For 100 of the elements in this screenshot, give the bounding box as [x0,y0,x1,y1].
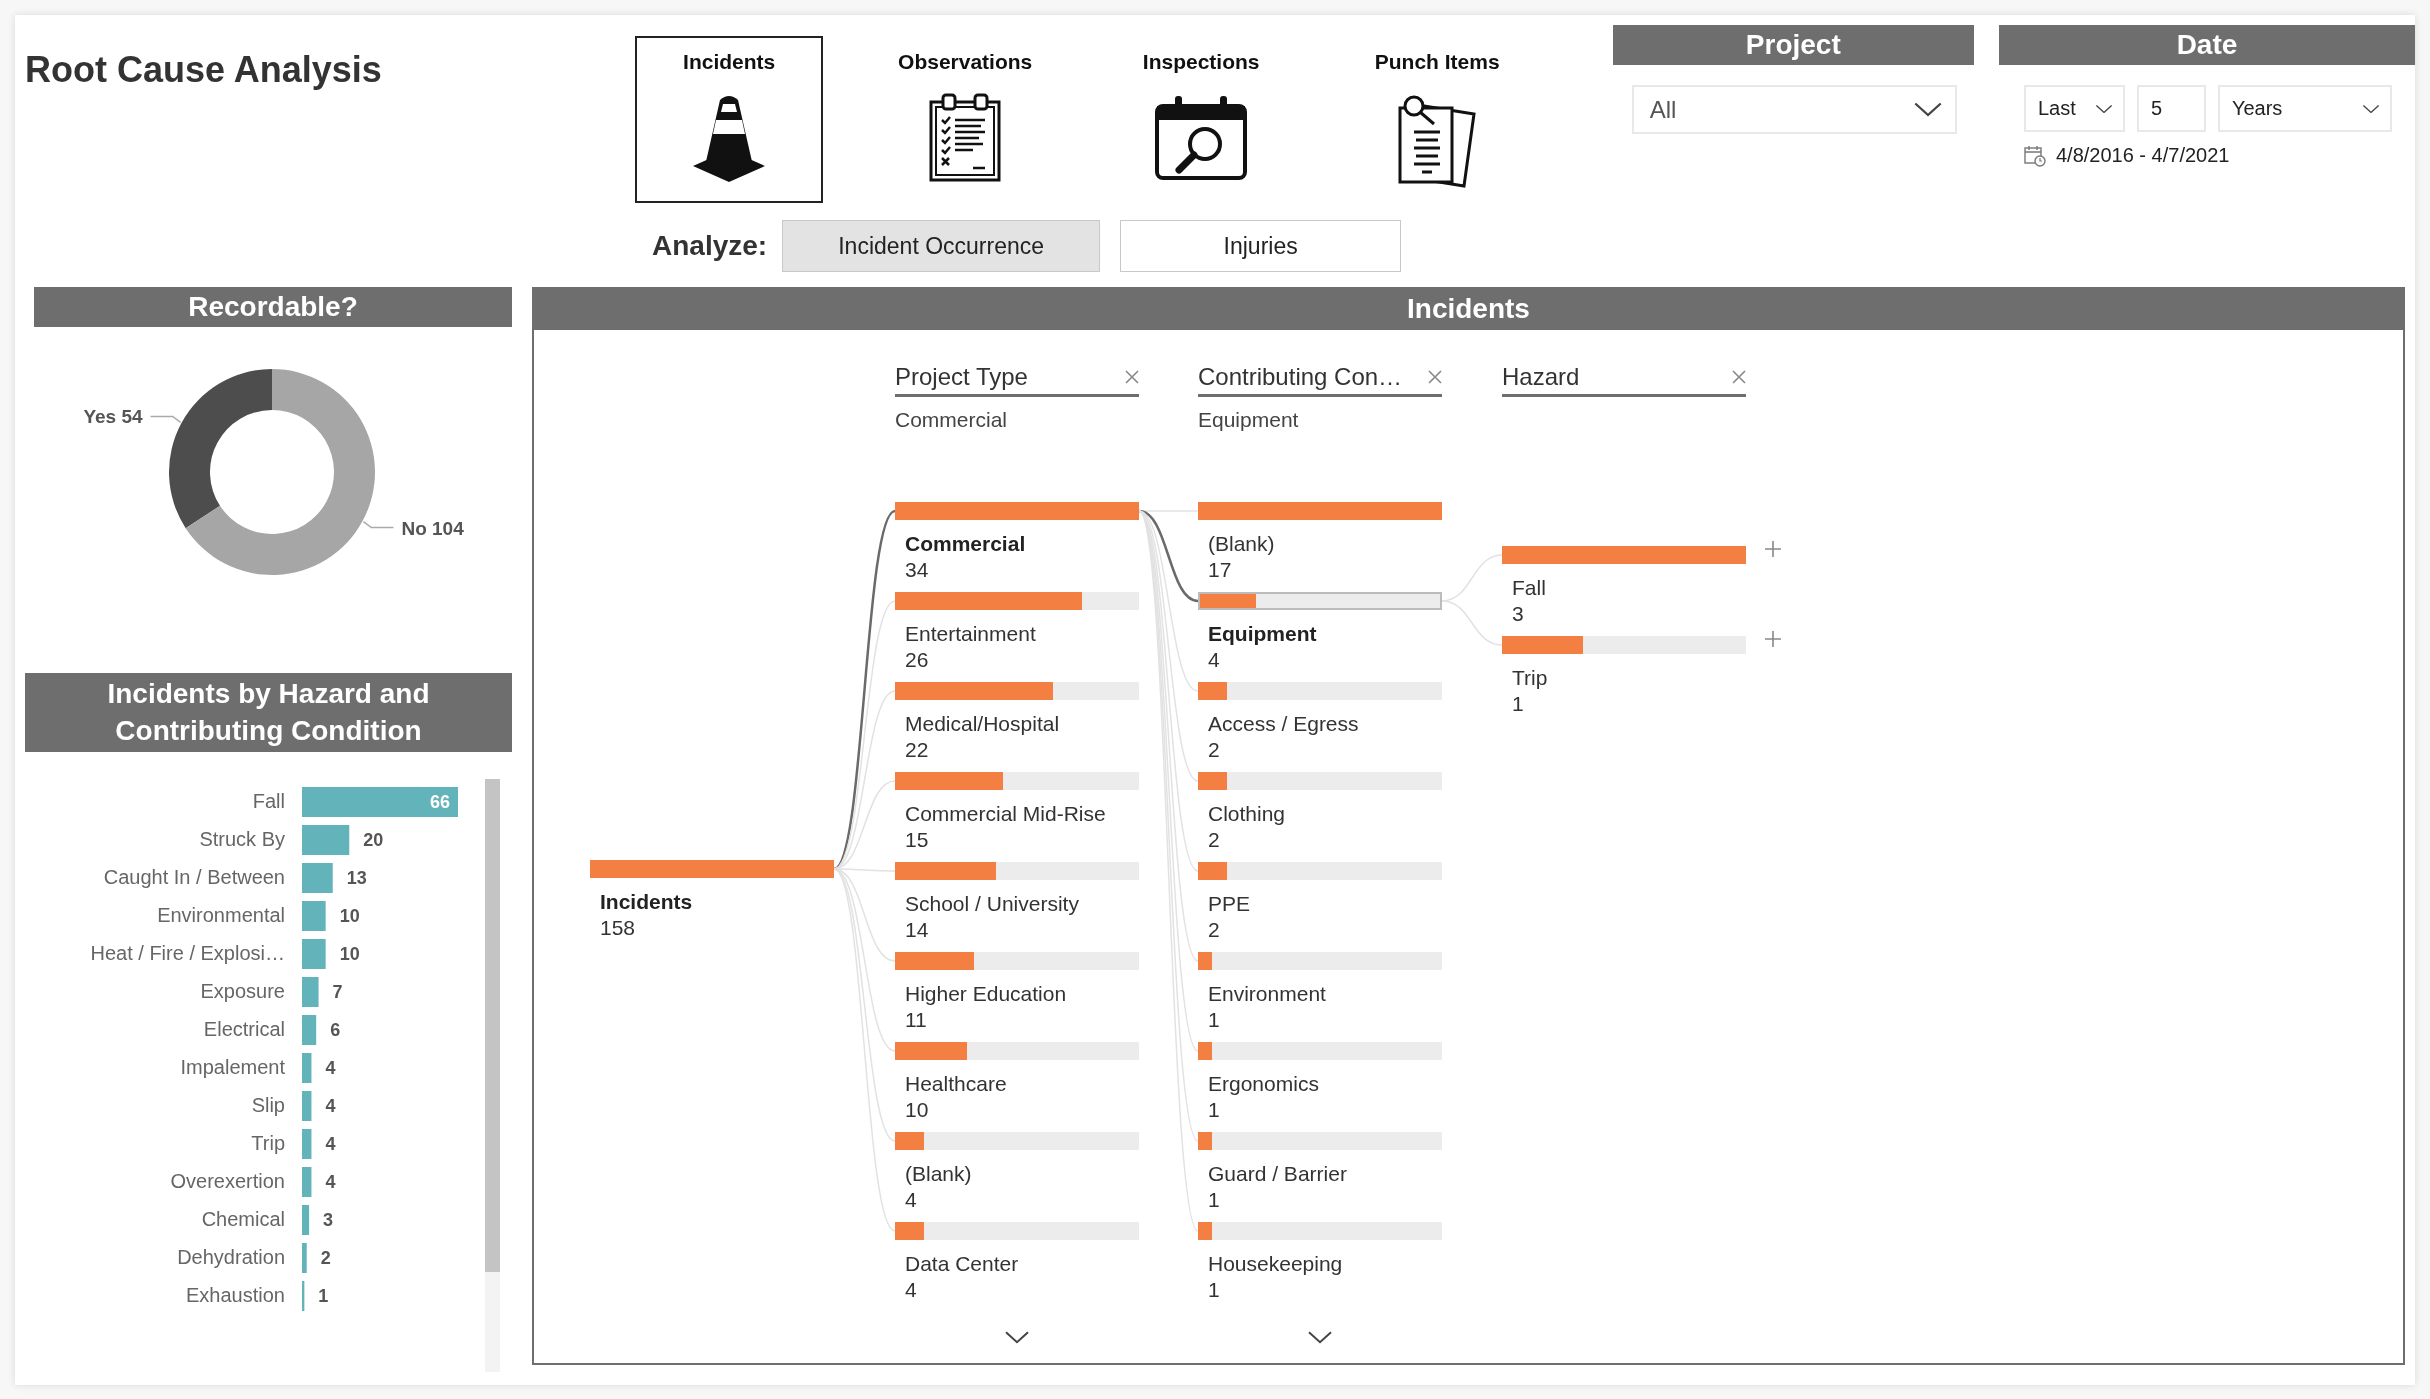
category-label: Overexertion [170,1170,285,1192]
calendar-icon [2023,144,2046,167]
bar-track[interactable] [895,1222,1139,1240]
node-label: School / University [905,891,1080,917]
node-value: 15 [905,827,930,853]
date-range: 4/8/2016 - 4/7/2021 [2055,144,2230,167]
node-label: Fall [1512,575,1547,601]
node-value: 22 [905,737,930,763]
bar-track[interactable] [1198,1132,1442,1150]
value-label: 4 [325,1134,336,1154]
bar-track[interactable] [1198,682,1442,700]
node-value: 1 [1208,1007,1221,1033]
bar-track[interactable] [1198,952,1442,970]
value-label: 7 [332,982,343,1002]
value-label: 3 [323,1210,334,1230]
node-value: 1 [1208,1277,1221,1303]
node-label: Healthcare [905,1071,1008,1097]
close-icon[interactable] [1125,370,1139,384]
bar-track[interactable] [895,952,1139,970]
bar-track[interactable] [1198,1222,1442,1240]
bar-track[interactable] [895,1042,1139,1060]
bar-track[interactable] [895,772,1139,790]
value-label: 2 [320,1248,331,1268]
column-header: Contributing Con… [1198,360,1442,397]
analyze-option[interactable]: Injuries [1120,220,1402,272]
chart-title: Recordable? [34,287,512,327]
bar-track[interactable] [895,862,1139,880]
bar-track[interactable] [1198,772,1442,790]
chart-title: Incidents by Hazard and Contributing Condition [25,673,512,752]
column-filter: Commercial [895,408,1007,432]
period-dropdown[interactable]: Last [2023,85,2125,132]
bar [302,977,319,1007]
node-value: 17 [1208,557,1233,583]
node-value: 1 [1208,1187,1221,1213]
page-title: Root Cause Analysis [25,49,382,90]
node-value: 4 [905,1277,918,1303]
count-field[interactable]: 5 [2136,85,2206,132]
column-header: Project Type [895,360,1139,397]
unit-dropdown[interactable]: Years [2217,85,2392,132]
scrollbar[interactable] [485,779,500,1372]
node-value: 1 [1208,1097,1221,1123]
bar [302,825,350,855]
value-label: 6 [330,1020,341,1040]
node-label: Clothing [1208,801,1287,827]
chevron-down-icon[interactable] [1307,1330,1333,1345]
bar-track[interactable] [1198,862,1442,880]
node-value: 34 [905,557,930,583]
close-icon[interactable] [1428,370,1442,384]
data-label: Yes 54 [83,406,143,428]
bar-fill[interactable] [1198,952,1213,970]
bar-fill[interactable] [1198,1042,1213,1060]
category-label: Fall [252,790,285,812]
report-tab[interactable]: Incidents [635,36,824,203]
bar [302,1243,307,1273]
node-label: (Blank) [905,1161,973,1187]
chevron-down-icon[interactable] [1912,101,1943,118]
category-label: Electrical [203,1018,285,1040]
node-value: 26 [905,647,930,673]
plus-icon[interactable] [1764,630,1782,648]
bar-track[interactable] [895,1132,1139,1150]
bar-track[interactable] [1198,1042,1442,1060]
analyze-option[interactable]: Incident Occurrence [782,220,1101,272]
bar-track[interactable] [895,682,1139,700]
value-label: 66 [429,792,450,812]
chevron-down-icon[interactable] [2361,103,2380,114]
category-label: Caught In / Between [103,866,285,888]
node-value: 11 [905,1007,928,1033]
bar [302,901,326,931]
bar-track[interactable] [1502,636,1746,654]
category-label: Exhaustion [186,1284,285,1306]
analyze-label: Analyze: [651,230,768,262]
bar-fill[interactable] [1198,1132,1213,1150]
bar-fill[interactable] [1198,1222,1213,1240]
bar-track[interactable] [895,592,1139,610]
close-icon[interactable] [1732,370,1746,384]
bar [302,1015,317,1045]
category-label: Exposure [200,980,285,1002]
leader-line [149,415,182,424]
project-dropdown[interactable]: All [1631,85,1957,134]
bar [302,863,333,893]
bar-track[interactable] [1198,592,1442,610]
node-value: 14 [905,917,930,943]
value-label: 10 [339,944,360,964]
node-label: Commercial Mid-Rise [905,801,1107,827]
bar [302,939,326,969]
node-value: 158 [600,915,637,941]
leader-line [362,520,395,529]
plus-icon[interactable] [1764,540,1782,558]
category-label: Dehydration [177,1246,285,1268]
column-filter: Equipment [1198,408,1299,432]
node-label: PPE [1208,891,1252,917]
category-label: Trip [251,1132,285,1154]
node-label: Commercial [905,531,1027,557]
bar [302,1091,312,1121]
chevron-down-icon[interactable] [2094,103,2113,114]
data-label: No 104 [401,517,464,539]
node-label: Incidents [600,889,694,915]
chevron-down-icon[interactable] [1004,1330,1030,1345]
value-label: 4 [325,1172,336,1192]
connector-line [1441,600,1503,646]
